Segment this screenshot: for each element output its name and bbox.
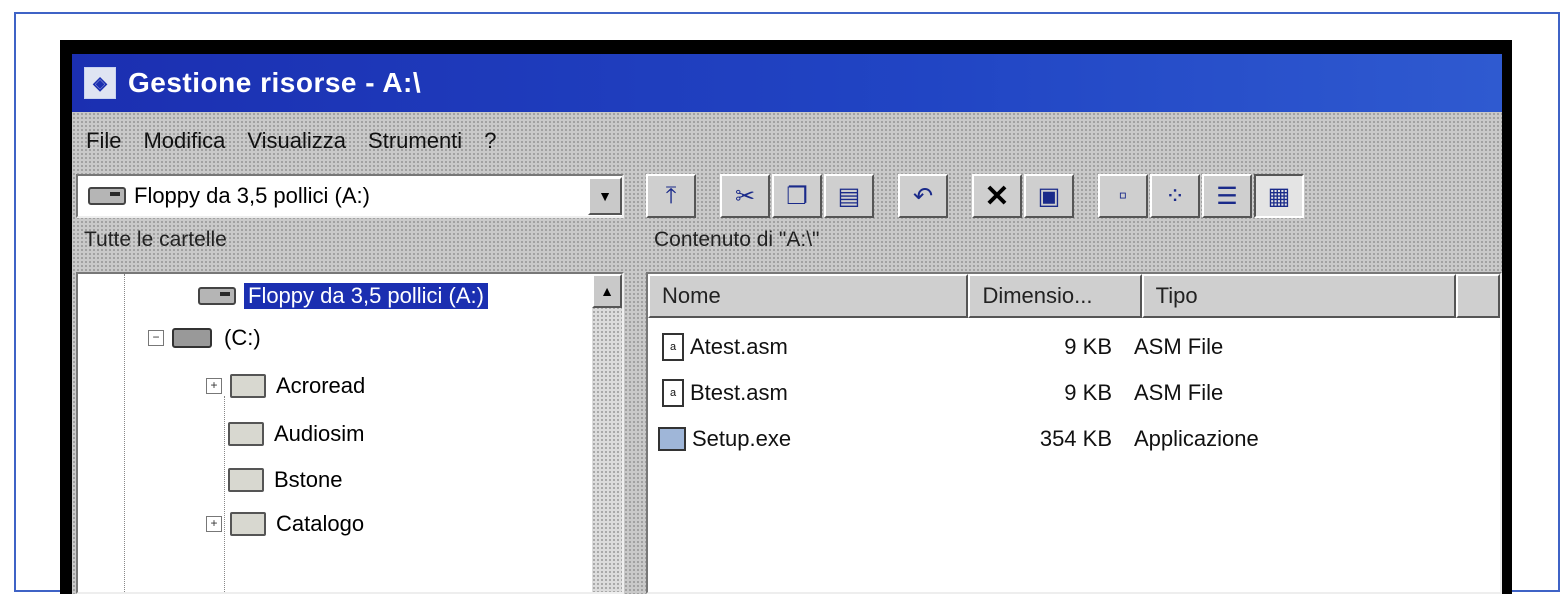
file-row[interactable]: a Btest.asm 9 KB ASM File	[648, 370, 1500, 416]
explorer-app-icon[interactable]: ◈	[84, 67, 116, 99]
window-title: Gestione risorse - A:\	[128, 67, 422, 98]
asm-file-icon: a	[662, 379, 684, 407]
address-combobox[interactable]: Floppy da 3,5 pollici (A:) ▼	[76, 174, 624, 218]
expand-icon[interactable]: +	[206, 516, 222, 532]
tree-item-label: Catalogo	[276, 511, 365, 536]
menu-help[interactable]: ?	[484, 128, 496, 154]
address-value: Floppy da 3,5 pollici (A:)	[134, 183, 370, 208]
folder-icon	[228, 468, 264, 492]
folder-icon	[230, 374, 266, 398]
tree-item-floppy[interactable]: Floppy da 3,5 pollici (A:)	[188, 276, 488, 316]
delete-icon[interactable]: ✕	[972, 174, 1022, 218]
file-name: Atest.asm	[690, 334, 788, 359]
address-dropdown-button[interactable]: ▼	[588, 177, 622, 215]
column-header-type[interactable]: Tipo	[1141, 274, 1457, 318]
floppy-drive-icon	[88, 187, 126, 205]
column-header-extra[interactable]	[1456, 274, 1500, 318]
column-header-name[interactable]: Nome	[648, 274, 969, 318]
file-type: ASM File	[1134, 334, 1224, 359]
file-size: 9 KB	[1064, 334, 1112, 359]
large-icons-view-icon[interactable]: ▫	[1098, 174, 1148, 218]
file-type: ASM File	[1134, 380, 1224, 405]
column-headers: Nome Dimensio... Tipo	[648, 274, 1500, 318]
scroll-up-arrow-icon[interactable]: ▲	[592, 274, 622, 308]
tree-scrollbar[interactable]: ▲	[592, 274, 622, 592]
tree-item-label: Bstone	[274, 467, 343, 492]
tree-guide-line	[124, 274, 125, 592]
file-size: 9 KB	[1064, 380, 1112, 405]
tree-item-label: (C:)	[224, 325, 261, 350]
explorer-window: ◈ Gestione risorse - A:\ File Modifica V…	[60, 40, 1512, 594]
properties-icon[interactable]: ▣	[1024, 174, 1074, 218]
paste-icon[interactable]: ▤	[824, 174, 874, 218]
window-body: File Modifica Visualizza Strumenti ? Flo…	[72, 112, 1502, 594]
tree-guide-line	[224, 396, 225, 592]
tree-item-label: Acroread	[276, 373, 366, 398]
tree-item-label: Audiosim	[274, 421, 365, 446]
undo-icon[interactable]: ↶	[898, 174, 948, 218]
file-size: 354 KB	[1039, 426, 1112, 451]
toolbar: ⤒ ✂ ❐ ▤ ↶ ✕ ▣ ▫ ⁘ ☰ ▦	[646, 172, 1502, 220]
cut-icon[interactable]: ✂	[720, 174, 770, 218]
file-name: Btest.asm	[690, 380, 788, 405]
menu-modifica[interactable]: Modifica	[143, 128, 225, 154]
tree-pane-header: Tutte le cartelle	[84, 228, 227, 251]
folder-icon	[230, 512, 266, 536]
tree-item-label: Floppy da 3,5 pollici (A:)	[244, 283, 488, 309]
menu-visualizza[interactable]: Visualizza	[247, 128, 346, 154]
file-type: Applicazione	[1134, 426, 1259, 451]
list-view-icon[interactable]: ☰	[1202, 174, 1252, 218]
menu-strumenti[interactable]: Strumenti	[368, 128, 462, 154]
folder-tree[interactable]: Floppy da 3,5 pollici (A:) − (C:) + Acro…	[76, 272, 624, 594]
title-bar[interactable]: ◈ Gestione risorse - A:\	[72, 54, 1502, 112]
up-folder-icon[interactable]: ⤒	[646, 174, 696, 218]
tree-item-acroread[interactable]: + Acroread	[206, 366, 365, 406]
floppy-drive-icon	[198, 287, 236, 305]
details-view-icon[interactable]: ▦	[1254, 174, 1304, 218]
tree-item-catalogo[interactable]: + Catalogo	[206, 504, 364, 544]
column-header-size[interactable]: Dimensio...	[968, 274, 1142, 318]
small-icons-view-icon[interactable]: ⁘	[1150, 174, 1200, 218]
hard-drive-icon	[172, 328, 212, 348]
file-row[interactable]: Setup.exe 354 KB Applicazione	[648, 416, 1500, 462]
setup-exe-icon	[658, 427, 686, 451]
file-row[interactable]: a Atest.asm 9 KB ASM File	[648, 324, 1500, 370]
file-name: Setup.exe	[692, 426, 792, 451]
expand-icon[interactable]: +	[206, 378, 222, 394]
file-list[interactable]: Nome Dimensio... Tipo a Atest.asm 9 KB A…	[646, 272, 1502, 594]
folder-icon	[228, 422, 264, 446]
asm-file-icon: a	[662, 333, 684, 361]
collapse-icon[interactable]: −	[148, 330, 164, 346]
contents-pane-header: Contenuto di "A:\"	[654, 228, 820, 251]
tree-item-audiosim[interactable]: Audiosim	[228, 414, 364, 454]
menu-file[interactable]: File	[86, 128, 121, 154]
menu-bar: File Modifica Visualizza Strumenti ?	[72, 112, 1502, 170]
tree-item-bstone[interactable]: Bstone	[228, 460, 343, 500]
tree-item-c-drive[interactable]: − (C:)	[148, 318, 261, 358]
copy-icon[interactable]: ❐	[772, 174, 822, 218]
